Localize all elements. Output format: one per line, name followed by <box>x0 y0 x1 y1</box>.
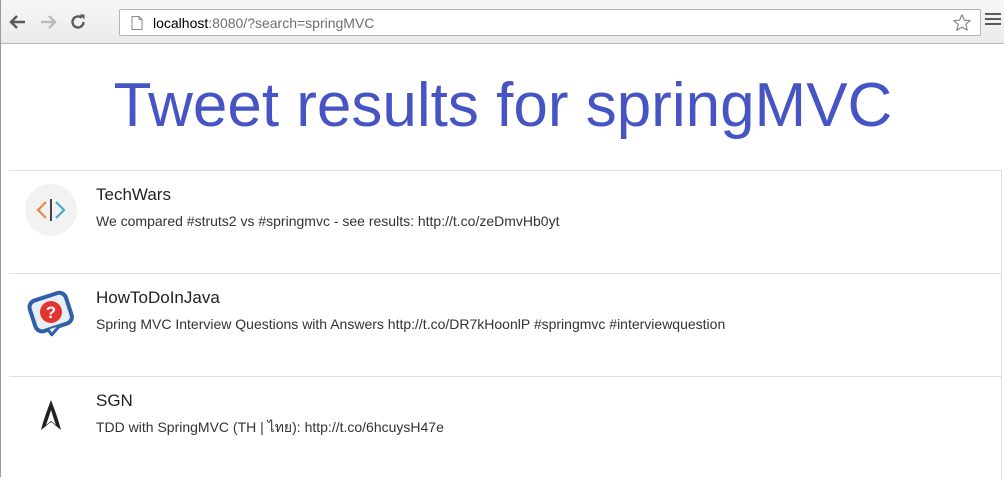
tweet-item: SGN TDD with SpringMVC (TH | ไทย): http:… <box>9 377 1001 480</box>
sgn-assassin-logo-avatar <box>41 400 61 430</box>
arrow-right-icon <box>41 15 57 29</box>
reload-icon <box>71 14 85 29</box>
tweet-text: We compared #struts2 vs #springmvc - see… <box>96 213 560 229</box>
svg-text:?: ? <box>46 303 56 322</box>
url-text[interactable]: localhost:8080/?search=springMVC <box>153 15 374 31</box>
tweet-user-name: SGN <box>96 391 133 410</box>
page-icon <box>131 16 143 30</box>
url-host: localhost <box>153 15 209 31</box>
tweet-text: Spring MVC Interview Questions with Answ… <box>96 316 726 332</box>
page-title: Tweet results for springMVC <box>113 71 893 140</box>
arrow-left-icon <box>9 15 25 29</box>
howtodoinjava-question-mark-avatar: ? <box>27 290 74 337</box>
reload-button[interactable] <box>65 9 91 35</box>
back-button[interactable] <box>5 9 31 35</box>
tweet-user-name: HowToDoInJava <box>96 288 220 307</box>
tweet-user-name: TechWars <box>96 185 171 204</box>
techwars-code-brackets-avatar <box>25 184 77 236</box>
star-icon[interactable] <box>952 13 972 33</box>
tweet-item: ? HowToDoInJava Spring MVC Interview Que… <box>9 274 1001 377</box>
url-path: :8080/?search=springMVC <box>208 15 375 31</box>
tweet-list: TechWars We compared #struts2 vs #spring… <box>9 170 1002 480</box>
tweet-item: TechWars We compared #struts2 vs #spring… <box>9 171 1001 274</box>
hamburger-menu-icon[interactable] <box>985 13 1003 31</box>
browser-window: localhost:8080/?search=springMVC Tweet r… <box>0 0 1004 480</box>
forward-button[interactable] <box>35 9 61 35</box>
address-bar[interactable]: localhost:8080/?search=springMVC <box>119 9 981 36</box>
tweet-text: TDD with SpringMVC (TH | ไทย): http://t.… <box>96 419 444 435</box>
browser-toolbar: localhost:8080/?search=springMVC <box>1 0 1004 44</box>
